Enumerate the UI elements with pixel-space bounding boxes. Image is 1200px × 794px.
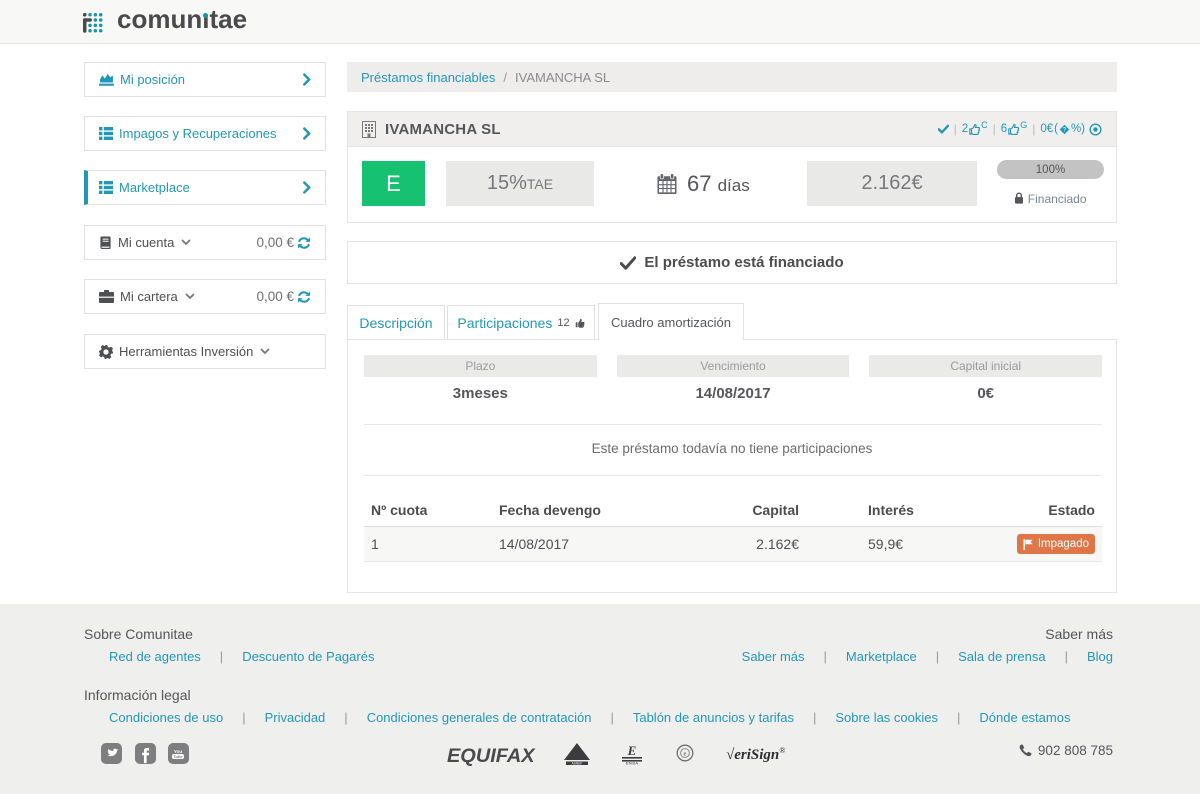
svg-text:ASNEF: ASNEF — [572, 762, 583, 766]
svg-text:e: e — [684, 752, 687, 758]
svg-text:?: ? — [1063, 126, 1067, 133]
svg-text:Tube: Tube — [173, 754, 183, 759]
svg-text:E: E — [627, 743, 637, 758]
svg-text:ENISA: ENISA — [626, 761, 638, 766]
